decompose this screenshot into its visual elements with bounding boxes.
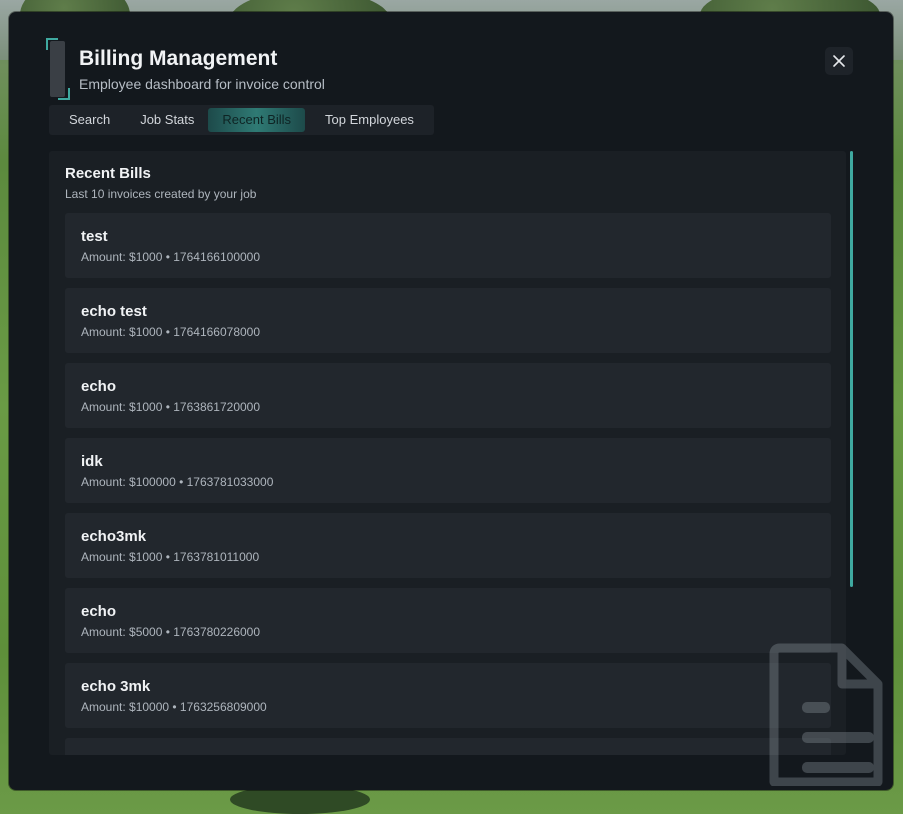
bill-meta: Amount: $1000 • 1763781011000 bbox=[81, 550, 260, 564]
scrollbar[interactable] bbox=[850, 151, 853, 587]
bill-meta: Amount: $10000 • 1763256809000 bbox=[81, 700, 267, 714]
tab-job-stats[interactable]: Job Stats bbox=[130, 108, 204, 132]
header-accent-corner bbox=[58, 88, 70, 100]
page-title: Billing Management bbox=[79, 47, 278, 70]
tab-bar: Search Job Stats Recent Bills Top Employ… bbox=[49, 105, 434, 135]
header-accent-corner bbox=[46, 38, 58, 50]
bill-name: echo3mk bbox=[81, 528, 147, 545]
bill-meta: Amount: $1000 • 1763861720000 bbox=[81, 400, 261, 414]
bill-meta: Amount: $100000 • 1763781033000 bbox=[81, 475, 274, 489]
close-icon bbox=[833, 55, 845, 67]
bill-meta: Amount: $1000 • 1764166100000 bbox=[81, 250, 261, 264]
tab-recent-bills[interactable]: Recent Bills bbox=[208, 108, 306, 132]
bill-item[interactable]: echo Amount: $1000 • 1763861720000 bbox=[65, 363, 831, 428]
page-subtitle: Employee dashboard for invoice control bbox=[79, 76, 325, 92]
bill-list: test Amount: $1000 • 1764166100000 echo … bbox=[65, 213, 831, 755]
bill-item[interactable] bbox=[65, 738, 831, 755]
bill-name: echo bbox=[81, 603, 117, 620]
section-subtitle: Last 10 invoices created by your job bbox=[65, 187, 257, 201]
tab-top-employees[interactable]: Top Employees bbox=[315, 108, 424, 132]
bill-item[interactable]: idk Amount: $100000 • 1763781033000 bbox=[65, 438, 831, 503]
header-accent bbox=[46, 38, 70, 100]
bill-meta: Amount: $1000 • 1764166078000 bbox=[81, 325, 261, 339]
bill-name: echo bbox=[81, 378, 117, 395]
bill-item[interactable]: test Amount: $1000 • 1764166100000 bbox=[65, 213, 831, 278]
bill-item[interactable]: echo test Amount: $1000 • 1764166078000 bbox=[65, 288, 831, 353]
bill-meta: Amount: $5000 • 1763780226000 bbox=[81, 625, 261, 639]
tab-search[interactable]: Search bbox=[59, 108, 120, 132]
document-icon bbox=[769, 643, 883, 786]
recent-bills-section: Recent Bills Last 10 invoices created by… bbox=[49, 151, 846, 755]
bill-item[interactable]: echo 3mk Amount: $10000 • 1763256809000 bbox=[65, 663, 831, 728]
bill-name: test bbox=[81, 228, 108, 245]
bill-name: echo test bbox=[81, 303, 147, 320]
section-title: Recent Bills bbox=[65, 165, 151, 182]
bill-item[interactable]: echo Amount: $5000 • 1763780226000 bbox=[65, 588, 831, 653]
close-button[interactable] bbox=[825, 47, 853, 75]
bill-item[interactable]: echo3mk Amount: $1000 • 1763781011000 bbox=[65, 513, 831, 578]
bill-name: idk bbox=[81, 453, 103, 470]
bill-name: echo 3mk bbox=[81, 678, 151, 695]
